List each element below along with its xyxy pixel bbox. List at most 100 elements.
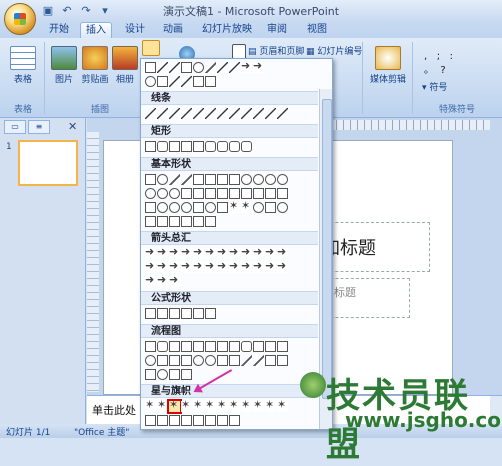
up-arrow-callout-shape[interactable] <box>277 259 288 273</box>
symbol-button[interactable]: ▾ 符号 <box>422 80 447 93</box>
curve-shape[interactable] <box>217 108 228 119</box>
direct-access-shape[interactable] <box>169 369 180 380</box>
line-shape[interactable] <box>157 62 168 73</box>
round-rectangle-shape[interactable] <box>205 141 216 152</box>
sequential-access-shape[interactable] <box>145 369 156 380</box>
header-footer-button[interactable]: ▤ 页眉和页脚 <box>248 44 304 57</box>
sort-shape[interactable] <box>229 355 240 366</box>
extract-shape[interactable] <box>241 355 252 366</box>
line-shape[interactable] <box>145 108 156 119</box>
frame-shape[interactable] <box>193 188 204 199</box>
outline-tab[interactable]: ≡ <box>28 120 50 134</box>
pie-shape[interactable] <box>157 188 168 199</box>
alternate-process-shape[interactable] <box>157 341 168 352</box>
manual-operation-shape[interactable] <box>277 341 288 352</box>
striped-right-arrow-shape[interactable] <box>193 259 204 273</box>
parallelogram-shape[interactable] <box>193 174 204 185</box>
round-rectangle-shape[interactable] <box>229 141 240 152</box>
circular-arrow-shape[interactable] <box>169 273 180 287</box>
heart-shape[interactable] <box>217 202 228 213</box>
curved-down-arrow-shape[interactable] <box>181 259 192 273</box>
card-shape[interactable] <box>169 355 180 366</box>
connector-shape[interactable] <box>193 108 204 119</box>
oval-shape[interactable] <box>157 174 168 185</box>
tab-slideshow[interactable]: 幻灯片放映 <box>196 22 258 38</box>
curved-ribbon-shape[interactable] <box>169 415 180 426</box>
no-symbol-shape[interactable] <box>169 202 180 213</box>
delay-shape[interactable] <box>277 355 288 366</box>
twentyfour-point-star-shape[interactable] <box>265 398 276 412</box>
text-box-shape[interactable] <box>145 174 156 185</box>
left-arrow-shape[interactable] <box>157 245 168 259</box>
tab-view[interactable]: 视图 <box>302 22 332 38</box>
up-down-arrow-shape[interactable] <box>205 245 216 259</box>
pentagon-arrow-shape[interactable] <box>217 259 228 273</box>
tab-animation[interactable]: 动画 <box>158 22 188 38</box>
thirtytwo-point-star-shape[interactable] <box>277 398 288 412</box>
plaque-shape[interactable] <box>253 188 264 199</box>
symbol-colon-icon[interactable]: : <box>450 51 453 62</box>
sun-shape[interactable] <box>241 199 252 213</box>
bent-arrow-shape[interactable] <box>241 245 252 259</box>
curve-shape[interactable] <box>229 108 240 119</box>
diagonal-stripe-shape[interactable] <box>229 188 240 199</box>
gallery-scrollbar-thumb[interactable] <box>322 99 332 399</box>
smiley-face-shape[interactable] <box>205 202 216 213</box>
line-shape[interactable] <box>157 108 168 119</box>
trapezoid-shape[interactable] <box>205 174 216 185</box>
oval-shape[interactable] <box>145 76 156 87</box>
close-icon[interactable]: ✕ <box>68 120 77 133</box>
punched-tape-shape[interactable] <box>181 355 192 366</box>
connector-shape[interactable] <box>145 355 156 366</box>
l-shape[interactable] <box>217 188 228 199</box>
oval-shape[interactable] <box>193 62 204 73</box>
cube-shape[interactable] <box>277 188 288 199</box>
six-point-star-shape[interactable] <box>193 398 204 412</box>
donut-shape[interactable] <box>157 202 168 213</box>
multiply-shape[interactable] <box>169 308 180 319</box>
right-arrow-shape[interactable] <box>145 245 156 259</box>
clipart-button[interactable]: 剪贴画 <box>80 46 110 85</box>
right-bracket-shape[interactable] <box>181 216 192 227</box>
ten-point-star-shape[interactable] <box>229 398 240 412</box>
down-arrow-callout-shape[interactable] <box>253 259 264 273</box>
rectangle-shape[interactable] <box>157 76 168 87</box>
double-wave-shape[interactable] <box>229 415 240 426</box>
scroll-shape[interactable] <box>193 415 204 426</box>
magnetic-disk-shape[interactable] <box>157 369 168 380</box>
arrow-shape[interactable] <box>241 59 252 73</box>
bevel-shape[interactable] <box>145 202 156 213</box>
down-arrow-shape[interactable] <box>181 245 192 259</box>
tab-review[interactable]: 审阅 <box>262 22 292 38</box>
symbol-question-icon[interactable]: ? <box>440 65 445 76</box>
folded-corner-shape[interactable] <box>193 202 204 213</box>
document-shape[interactable] <box>217 341 228 352</box>
left-right-up-arrow-shape[interactable] <box>229 245 240 259</box>
bracket-pair-shape[interactable] <box>145 216 156 227</box>
right-arrow-callout-shape[interactable] <box>241 259 252 273</box>
picture-button[interactable]: 图片 <box>50 46 78 85</box>
decagon-shape[interactable] <box>277 174 288 185</box>
left-up-arrow-shape[interactable] <box>265 245 276 259</box>
summing-junction-shape[interactable] <box>193 355 204 366</box>
line-shape[interactable] <box>169 62 180 73</box>
slide-number-button[interactable]: ▦ 幻灯片编号 <box>306 44 362 57</box>
equal-shape[interactable] <box>193 308 204 319</box>
seven-point-star-shape[interactable] <box>205 398 216 412</box>
curved-right-arrow-shape[interactable] <box>145 259 156 273</box>
explosion-shape[interactable] <box>145 398 156 412</box>
brace-shape[interactable] <box>205 76 216 87</box>
multidocument-shape[interactable] <box>229 341 240 352</box>
scroll-shape[interactable] <box>205 415 216 426</box>
chord-shape[interactable] <box>169 188 180 199</box>
scribble-shape[interactable] <box>253 108 264 119</box>
bent-up-arrow-shape[interactable] <box>277 245 288 259</box>
octagon-shape[interactable] <box>265 174 276 185</box>
manual-input-shape[interactable] <box>265 341 276 352</box>
cloud-shape[interactable] <box>265 202 276 213</box>
left-arrow-callout-shape[interactable] <box>265 259 276 273</box>
tab-design[interactable]: 设计 <box>120 22 150 38</box>
u-turn-arrow-shape[interactable] <box>253 245 264 259</box>
offpage-connector-shape[interactable] <box>157 355 168 366</box>
table-button[interactable]: 表格 <box>8 46 38 85</box>
